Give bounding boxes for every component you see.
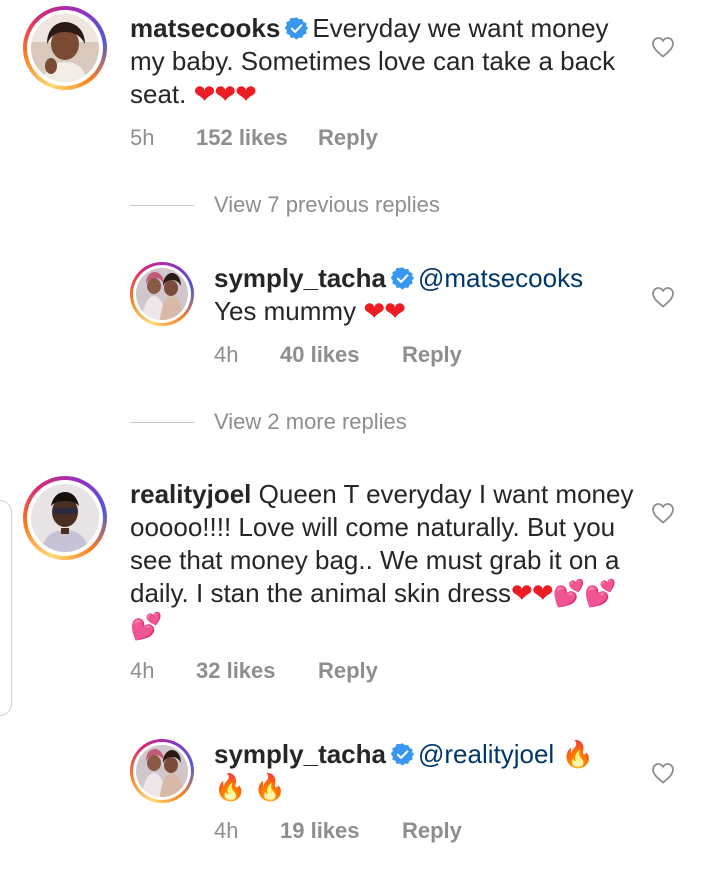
avatar[interactable] bbox=[23, 6, 107, 90]
comment-meta: 4h 19 likes Reply bbox=[214, 818, 462, 844]
username[interactable]: symply_tacha bbox=[214, 739, 386, 769]
view-more-replies[interactable]: View 2 more replies bbox=[130, 409, 407, 435]
view-replies-label: View 7 previous replies bbox=[214, 192, 440, 217]
comment-text: symply_tacha @matsecooks Yes mummy ❤❤ bbox=[214, 262, 645, 328]
divider-line bbox=[130, 204, 194, 206]
likes-count[interactable]: 19 likes bbox=[280, 818, 402, 844]
comment-meta: 4h 32 likes Reply bbox=[130, 658, 378, 684]
timestamp: 4h bbox=[214, 818, 239, 843]
heart-emoji: ❤❤ bbox=[363, 296, 406, 326]
likes-count[interactable]: 40 likes bbox=[280, 342, 402, 368]
profile-photo bbox=[31, 484, 99, 552]
comment-meta: 4h 40 likes Reply bbox=[214, 342, 462, 368]
like-heart-icon[interactable] bbox=[650, 500, 676, 526]
comment-meta: 5h 152 likes Reply bbox=[130, 125, 378, 151]
comment-body: Yes mummy bbox=[214, 296, 357, 326]
avatar[interactable] bbox=[130, 739, 194, 803]
timestamp: 4h bbox=[214, 342, 239, 367]
username[interactable]: symply_tacha bbox=[214, 263, 386, 293]
comment-text: realityjoel Queen T everyday I want mone… bbox=[130, 478, 642, 643]
profile-photo bbox=[136, 268, 188, 320]
timestamp: 4h bbox=[130, 658, 155, 683]
like-heart-icon[interactable] bbox=[650, 284, 676, 310]
side-panel-edge bbox=[0, 500, 12, 716]
reply-button[interactable]: Reply bbox=[318, 125, 378, 151]
mention-link[interactable]: @matsecooks bbox=[418, 263, 583, 293]
username[interactable]: realityjoel bbox=[130, 479, 251, 509]
reply-button[interactable]: Reply bbox=[318, 658, 378, 684]
view-previous-replies[interactable]: View 7 previous replies bbox=[130, 192, 440, 218]
reply-button[interactable]: Reply bbox=[402, 818, 462, 844]
verified-badge-icon bbox=[391, 743, 414, 766]
comment-text: matsecooks Everyday we want money my baby… bbox=[130, 12, 645, 111]
profile-photo bbox=[136, 745, 188, 797]
heart-emoji: ❤❤❤ bbox=[193, 79, 257, 109]
like-heart-icon[interactable] bbox=[650, 34, 676, 60]
username[interactable]: matsecooks bbox=[130, 13, 280, 43]
comment-text: symply_tacha @realityjoel 🔥 🔥 🔥 bbox=[214, 738, 620, 804]
reply-button[interactable]: Reply bbox=[402, 342, 462, 368]
timestamp: 5h bbox=[130, 125, 155, 150]
likes-count[interactable]: 32 likes bbox=[196, 658, 318, 684]
avatar[interactable] bbox=[130, 262, 194, 326]
like-heart-icon[interactable] bbox=[650, 760, 676, 786]
mention-link[interactable]: @realityjoel bbox=[418, 739, 554, 769]
divider-line bbox=[130, 421, 194, 423]
profile-photo bbox=[31, 14, 99, 82]
verified-badge-icon bbox=[285, 17, 308, 40]
likes-count[interactable]: 152 likes bbox=[196, 125, 318, 151]
view-replies-label: View 2 more replies bbox=[214, 409, 407, 434]
verified-badge-icon bbox=[391, 267, 414, 290]
avatar[interactable] bbox=[23, 476, 107, 560]
